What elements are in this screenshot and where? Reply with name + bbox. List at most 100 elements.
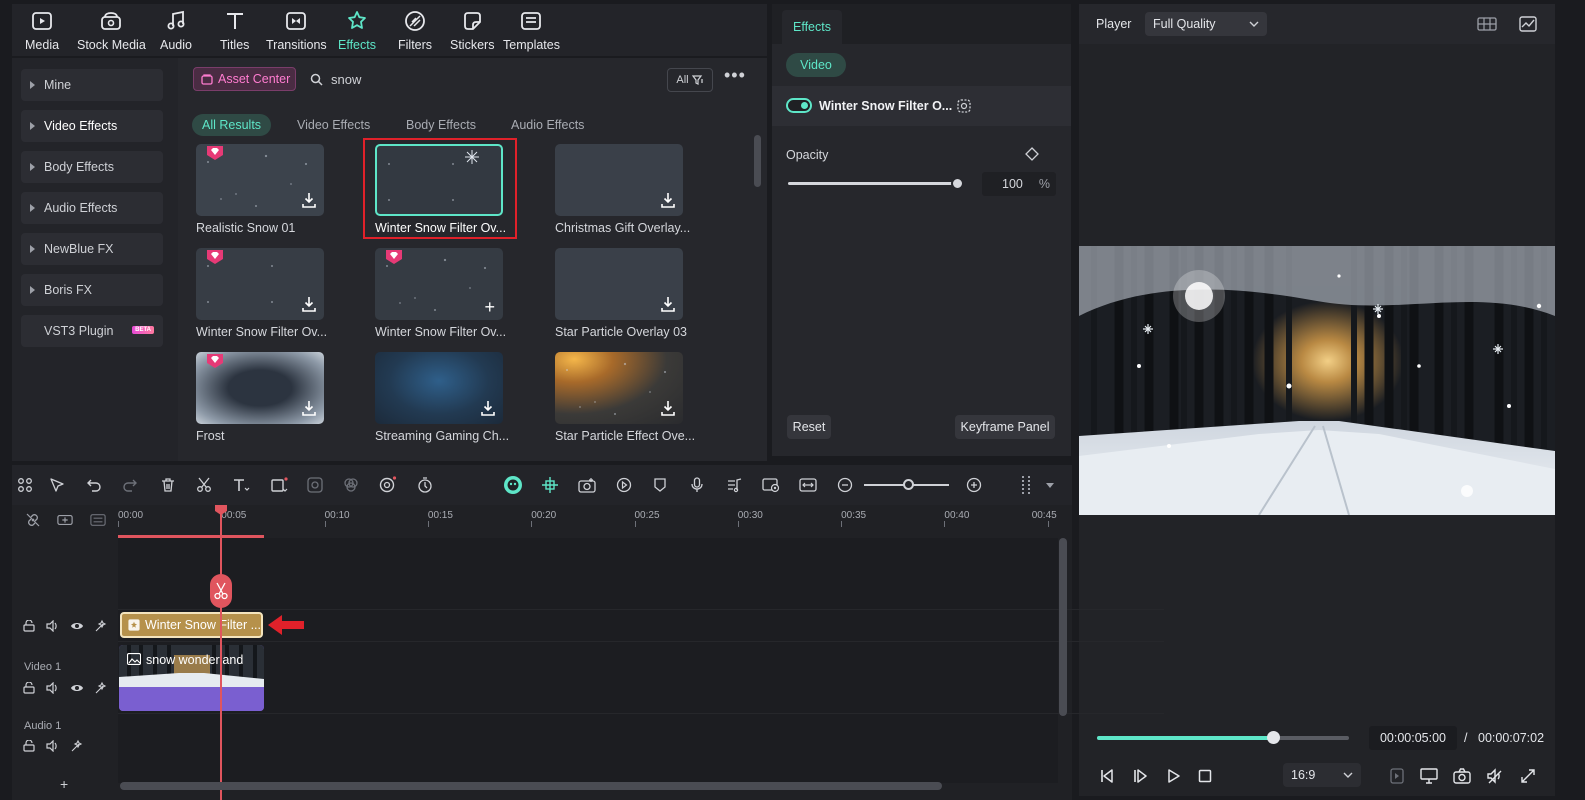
- timeline-horizontal-scrollbar[interactable]: [120, 782, 942, 790]
- undo-icon[interactable]: [84, 475, 104, 495]
- sidebar-item-mine[interactable]: Mine: [21, 69, 163, 101]
- sidebar-item-body-effects[interactable]: Body Effects: [21, 151, 163, 183]
- zoom-in-icon[interactable]: [964, 475, 984, 495]
- split-scissors-icon[interactable]: [194, 475, 214, 495]
- timeline-vertical-scrollbar[interactable]: [1059, 538, 1067, 716]
- sidebar-item-boris-fx[interactable]: Boris FX: [21, 274, 163, 306]
- download-icon[interactable]: [661, 296, 675, 312]
- download-icon[interactable]: [302, 400, 316, 416]
- tab-audio-effects[interactable]: Audio Effects: [501, 114, 594, 136]
- track-effect-toggle-icon[interactable]: [69, 738, 85, 754]
- add-track-icon[interactable]: [57, 512, 73, 528]
- zoom-out-icon[interactable]: [835, 475, 855, 495]
- tab-audio[interactable]: Audio: [160, 8, 192, 52]
- asset-center-button[interactable]: Asset Center: [193, 67, 296, 91]
- microphone-icon[interactable]: [687, 475, 707, 495]
- marker-shield-icon[interactable]: [650, 475, 670, 495]
- ai-copilot-icon[interactable]: [503, 475, 523, 495]
- track-visibility-icon[interactable]: [69, 618, 85, 634]
- next-frame-icon[interactable]: [1130, 766, 1150, 786]
- track-lock-icon[interactable]: [21, 680, 37, 696]
- track-audio-icon[interactable]: [45, 738, 61, 754]
- split-at-playhead-button[interactable]: [210, 574, 232, 608]
- display-monitor-icon[interactable]: [1419, 766, 1439, 786]
- stop-icon[interactable]: [1195, 766, 1215, 786]
- effect-card-realistic-snow[interactable]: Realistic Snow 01: [196, 144, 324, 235]
- chevron-down-icon[interactable]: [1040, 475, 1060, 495]
- download-icon[interactable]: [661, 400, 675, 416]
- track-effect-toggle-icon[interactable]: [93, 618, 109, 634]
- playback-scrubber[interactable]: [1267, 731, 1281, 744]
- add-icon[interactable]: +: [484, 298, 495, 316]
- search-input[interactable]: snow: [308, 68, 648, 90]
- effect-card-streaming-gaming[interactable]: Streaming Gaming Ch...: [375, 352, 509, 443]
- ai-tools-icon[interactable]: [378, 475, 398, 495]
- download-icon[interactable]: [661, 192, 675, 208]
- tab-stock-media[interactable]: Stock Media: [77, 8, 146, 52]
- filter-dropdown[interactable]: All: [667, 68, 713, 92]
- opacity-input[interactable]: 100 %: [982, 172, 1056, 196]
- sidebar-item-video-effects[interactable]: Video Effects: [21, 110, 163, 142]
- video-preview[interactable]: [1079, 246, 1555, 515]
- fit-timeline-icon[interactable]: [798, 475, 818, 495]
- effect-clip[interactable]: Winter Snow Filter ...: [120, 612, 263, 638]
- select-tool-icon[interactable]: [47, 475, 67, 495]
- track-audio-icon[interactable]: [45, 618, 61, 634]
- tab-effects[interactable]: Effects: [338, 8, 376, 52]
- ai-effect-icon[interactable]: [305, 475, 325, 495]
- aspect-ratio-dropdown[interactable]: 16:9: [1283, 763, 1361, 787]
- preview-render-icon[interactable]: [761, 475, 781, 495]
- tab-video-effects[interactable]: Video Effects: [287, 114, 380, 136]
- tab-body-effects[interactable]: Body Effects: [396, 114, 486, 136]
- snap-magnet-icon[interactable]: [540, 475, 560, 495]
- time-ruler[interactable]: 00:00 00:05 00:10 00:15 00:20 00:25 00:30 00:35…: [118, 505, 1068, 535]
- track-audio-icon[interactable]: [45, 680, 61, 696]
- record-camera-icon[interactable]: [577, 475, 597, 495]
- previous-frame-icon[interactable]: [1097, 766, 1117, 786]
- text-tool-icon[interactable]: [231, 475, 251, 495]
- reset-button[interactable]: Reset: [787, 415, 831, 439]
- color-match-icon[interactable]: [341, 475, 361, 495]
- current-time[interactable]: 00:00:05:00: [1369, 726, 1457, 750]
- effect-card-winter-snow-filter-3[interactable]: + Winter Snow Filter Ov...: [375, 248, 506, 339]
- link-icon[interactable]: [25, 512, 41, 528]
- track-effect-toggle-icon[interactable]: [93, 680, 109, 696]
- layout-grid-icon[interactable]: [15, 475, 35, 495]
- crop-icon[interactable]: [269, 475, 289, 495]
- layout-toggle-icon[interactable]: [1477, 17, 1497, 31]
- effect-card-christmas-gift-overlay[interactable]: Christmas Gift Overlay...: [555, 144, 690, 235]
- tab-titles[interactable]: Titles: [220, 8, 249, 52]
- opacity-slider[interactable]: [788, 182, 958, 185]
- tab-transitions[interactable]: Transitions: [266, 8, 327, 52]
- track-lock-icon[interactable]: [21, 618, 37, 634]
- keyframe-panel-button[interactable]: Keyframe Panel: [955, 415, 1055, 439]
- track-manager-icon[interactable]: [90, 512, 106, 528]
- fullscreen-icon[interactable]: [1518, 766, 1538, 786]
- effect-toggle[interactable]: [786, 98, 812, 113]
- keyframe-diamond-icon[interactable]: [1025, 147, 1039, 161]
- snapshot-camera-icon[interactable]: [1452, 766, 1472, 786]
- tab-all-results[interactable]: All Results: [192, 114, 272, 136]
- tab-video[interactable]: Video: [786, 53, 846, 77]
- playback-progress-bar[interactable]: [1097, 736, 1349, 740]
- track-height-icon[interactable]: [1016, 475, 1036, 495]
- tab-media[interactable]: Media: [25, 8, 59, 52]
- delete-icon[interactable]: [158, 475, 178, 495]
- play-icon[interactable]: [1163, 766, 1183, 786]
- sidebar-item-vst3-plugin[interactable]: VST3 Plugin BETA: [21, 315, 163, 347]
- download-icon[interactable]: [302, 296, 316, 312]
- effect-card-winter-snow-filter-2[interactable]: Winter Snow Filter Ov...: [196, 248, 327, 339]
- speed-timer-icon[interactable]: [415, 475, 435, 495]
- tab-stickers[interactable]: Stickers: [450, 8, 494, 52]
- download-icon[interactable]: [302, 192, 316, 208]
- scopes-icon[interactable]: [1519, 16, 1537, 32]
- mask-icon[interactable]: [957, 99, 971, 113]
- volume-mute-icon[interactable]: [1485, 766, 1505, 786]
- more-options-icon[interactable]: •••: [724, 66, 746, 91]
- sidebar-item-newblue-fx[interactable]: NewBlue FX: [21, 233, 163, 265]
- library-scrollbar[interactable]: [754, 135, 761, 187]
- sidebar-item-audio-effects[interactable]: Audio Effects: [21, 192, 163, 224]
- video-clip[interactable]: snow wonderland: [119, 645, 264, 711]
- quality-dropdown[interactable]: Full Quality: [1145, 12, 1267, 36]
- zoom-slider-handle[interactable]: [903, 479, 914, 490]
